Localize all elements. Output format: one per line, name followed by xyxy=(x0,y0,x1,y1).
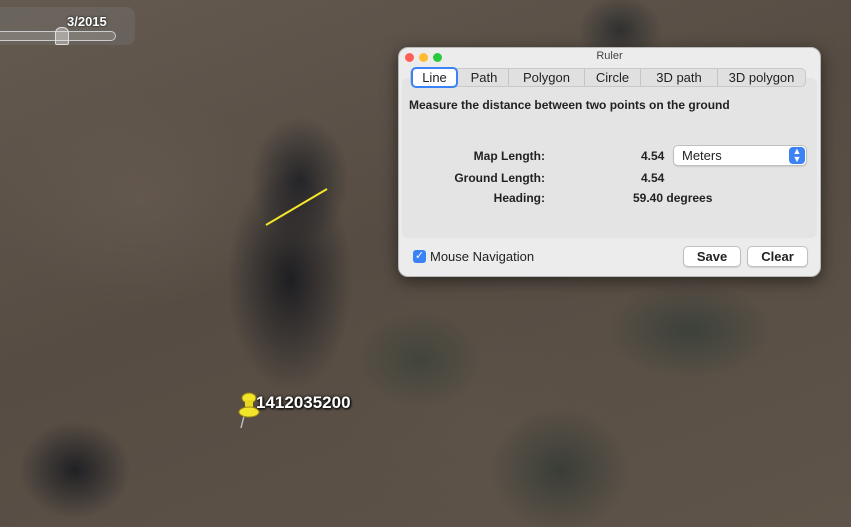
map-length-value: 4.54 xyxy=(641,149,665,163)
ruler-tabs: Line Path Polygon Circle 3D path 3D poly… xyxy=(410,67,806,88)
unit-select[interactable]: Meters ▲ ▼ xyxy=(673,145,807,166)
placemark-label[interactable]: 1412035200 xyxy=(256,393,351,413)
clear-button[interactable]: Clear xyxy=(747,246,808,267)
unit-select-value: Meters xyxy=(682,148,722,163)
ground-length-label: Ground Length: xyxy=(454,171,545,185)
ruler-dialog: Ruler Line Path Polygon Circle 3D path 3… xyxy=(398,47,821,277)
save-button[interactable]: Save xyxy=(683,246,741,267)
map-length-label: Map Length: xyxy=(473,149,545,163)
dialog-title: Ruler xyxy=(596,50,623,62)
tab-line[interactable]: Line xyxy=(411,67,458,88)
heading-label: Heading: xyxy=(493,191,545,205)
tab-3d-path[interactable]: 3D path xyxy=(640,69,717,86)
tab-path[interactable]: Path xyxy=(461,69,507,86)
tab-circle[interactable]: Circle xyxy=(584,69,640,86)
tab-3d-polygon[interactable]: 3D polygon xyxy=(717,69,805,86)
mouse-navigation-label[interactable]: Mouse Navigation xyxy=(430,249,534,264)
ground-length-value: 4.54 xyxy=(641,171,665,185)
mouse-navigation-checkbox[interactable]: ✓ xyxy=(413,250,426,263)
ruler-description: Measure the distance between two points … xyxy=(409,98,730,112)
chevron-updown-icon: ▲ ▼ xyxy=(789,147,805,164)
ruler-titlebar[interactable]: Ruler xyxy=(399,48,820,66)
tab-polygon[interactable]: Polygon xyxy=(508,69,584,86)
heading-value: 59.40 degrees xyxy=(633,191,713,205)
